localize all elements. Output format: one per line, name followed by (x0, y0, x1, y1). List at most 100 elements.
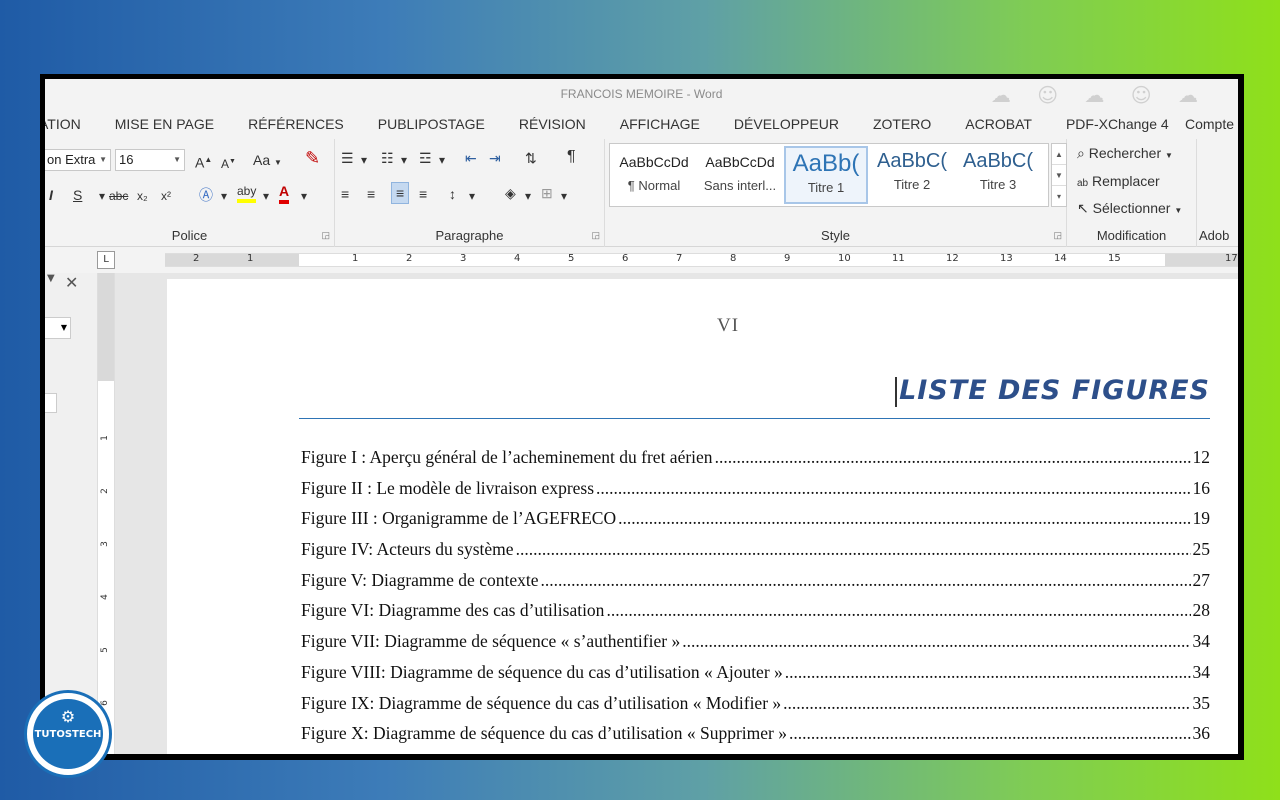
vruler-number: 3 (99, 541, 110, 547)
font-color-button[interactable]: A (279, 183, 290, 204)
sort-icon[interactable]: ⇅ (525, 148, 537, 168)
dialog-launcher-icon[interactable]: ◲ (1053, 230, 1062, 241)
tab-4[interactable]: RÉVISION (519, 116, 586, 132)
figure-entry[interactable]: Figure VIII: Diagramme de séquence du ca… (301, 662, 1210, 693)
figure-entry[interactable]: Figure X: Diagramme de séquence du cas d… (301, 723, 1210, 754)
style-item-3[interactable]: AaBbC(Titre 2 (870, 146, 954, 204)
shrink-font-icon: A (221, 157, 230, 171)
style-name: Titre 3 (979, 177, 1017, 192)
highlight-button[interactable]: aby (237, 183, 257, 203)
dropdown-icon[interactable]: ▾ (301, 186, 307, 206)
dot-leader (596, 478, 1190, 499)
account-link[interactable]: Compte (1185, 116, 1234, 132)
tab-3[interactable]: PUBLIPOSTAGE (378, 116, 485, 132)
grow-font-icon: A (195, 154, 205, 171)
ruler-number: 9 (784, 253, 791, 264)
dropdown-icon[interactable]: ▾ (469, 186, 475, 206)
style-name: ¶ Normal (627, 178, 681, 193)
ruler-number: 1 (352, 253, 359, 264)
text-cursor (895, 376, 898, 407)
decrease-indent-icon[interactable]: ⇤ (465, 148, 477, 168)
align-right-icon[interactable]: ≡ (391, 182, 410, 204)
select-button[interactable]: ↖ Sélectionner ▼ (1077, 200, 1182, 217)
align-center-icon[interactable]: ≡ (367, 184, 375, 204)
strikethrough-s-button[interactable]: S (73, 185, 82, 205)
scroll-down-icon[interactable]: ▼ (1052, 165, 1066, 186)
figure-entry[interactable]: Figure IV: Acteurs du système 25 (301, 539, 1210, 570)
dropdown-icon[interactable]: ▾ (99, 186, 105, 206)
figure-entry[interactable]: Figure IX: Diagramme de séquence du cas … (301, 693, 1210, 724)
shrink-font-button[interactable]: A▼ (221, 152, 236, 174)
style-item-4[interactable]: AaBbC(Titre 3 (956, 146, 1040, 204)
pane-dropdown[interactable]: ▼ (45, 317, 71, 339)
tab-6[interactable]: DÉVELOPPEUR (734, 116, 839, 132)
superscript-button[interactable]: x² (161, 186, 171, 206)
change-case-button[interactable]: Aa ▼ (253, 150, 282, 173)
dot-leader (606, 600, 1190, 621)
dropdown-icon[interactable]: ▾ (401, 150, 407, 170)
style-item-2[interactable]: AaBb(Titre 1 (784, 146, 868, 204)
increase-indent-icon[interactable]: ⇥ (489, 148, 501, 168)
bullets-icon[interactable]: ☰ (341, 148, 354, 168)
window-title: FRANCOIS MEMOIRE - Word (560, 87, 723, 101)
dot-leader (618, 508, 1190, 529)
dropdown-icon[interactable]: ▾ (561, 186, 567, 206)
more-styles-icon[interactable]: ▾ (1052, 186, 1066, 207)
subscript-button[interactable]: x₂ (137, 186, 148, 206)
dialog-launcher-icon[interactable]: ◲ (321, 230, 330, 241)
dropdown-icon[interactable]: ▾ (263, 186, 269, 206)
figure-entry[interactable]: Figure VII: Diagramme de séquence « s’au… (301, 631, 1210, 662)
dropdown-icon[interactable]: ▾ (221, 186, 227, 206)
clear-format-icon[interactable]: ✎ (305, 148, 320, 168)
tab-2[interactable]: RÉFÉRENCES (248, 116, 344, 132)
font-name-combo[interactable]: on Extra ▼ (45, 149, 111, 171)
numbering-icon[interactable]: ☷ (381, 148, 394, 168)
dropdown-icon[interactable]: ▾ (439, 150, 445, 170)
figure-entry[interactable]: Figure II : Le modèle de livraison expre… (301, 478, 1210, 509)
tab-0[interactable]: ATION (45, 116, 81, 132)
borders-icon[interactable]: ⊞ (541, 183, 553, 203)
tab-8[interactable]: ACROBAT (965, 116, 1032, 132)
tutostech-logo: ⚙ TUTOSTECH (24, 690, 112, 778)
horizontal-ruler[interactable]: 2 1 1 2 3 4 5 6 7 8 9 10 11 12 13 14 15 17 (165, 253, 1238, 267)
figure-entry[interactable]: Figure V: Diagramme de contexte 27 (301, 570, 1210, 601)
italic-button[interactable]: I (49, 185, 53, 205)
tab-7[interactable]: ZOTERO (873, 116, 931, 132)
align-left-icon[interactable]: ≡ (341, 184, 349, 204)
multilevel-list-icon[interactable]: ☲ (419, 148, 432, 168)
shading-icon[interactable]: ◈ (505, 183, 516, 203)
style-item-0[interactable]: AaBbCcDd ¶ Normal (612, 146, 696, 204)
dropdown-icon[interactable]: ▾ (361, 150, 367, 170)
figure-entry[interactable]: Figure VI: Diagramme des cas d’utilisati… (301, 600, 1210, 631)
ruler-number: 2 (406, 253, 413, 264)
figure-entry[interactable]: Figure III : Organigramme de l’AGEFRECO 1… (301, 508, 1210, 539)
text-effects-icon[interactable]: Ⓐ (199, 185, 213, 205)
logo-name: TUTOSTECH (34, 729, 102, 740)
figure-entry[interactable]: Figure I : Aperçu général de l’acheminem… (301, 447, 1210, 478)
styles-scroll[interactable]: ▲ ▼ ▾ (1051, 143, 1067, 207)
ruler-number: 1 (247, 253, 254, 264)
circuit-icon: ⚙ (60, 707, 76, 726)
line-spacing-icon[interactable]: ↕ (449, 184, 456, 204)
justify-icon[interactable]: ≡ (419, 184, 427, 204)
dropdown-icon[interactable]: ▾ (525, 186, 531, 206)
pane-menu-icon[interactable]: ▼ (47, 273, 55, 284)
vertical-ruler[interactable]: 123456 (97, 273, 115, 754)
tab-1[interactable]: MISE EN PAGE (115, 116, 214, 132)
scroll-up-icon[interactable]: ▲ (1052, 144, 1066, 165)
tab-5[interactable]: AFFICHAGE (620, 116, 700, 132)
close-icon[interactable]: ✕ (65, 273, 78, 292)
tab-9[interactable]: PDF-XChange 4 (1066, 116, 1169, 132)
document-page[interactable]: VI LISTE DES FIGURES Figure I : Aperçu g… (167, 279, 1238, 754)
grow-font-button[interactable]: A▲ (195, 150, 212, 173)
cursor-icon: ↖ (1077, 200, 1089, 216)
show-formatting-button[interactable]: ¶ (567, 147, 576, 167)
strike-button[interactable]: abc (109, 186, 128, 206)
style-item-1[interactable]: AaBbCcDd Sans interl... (698, 146, 782, 204)
find-button[interactable]: ⌕ Rechercher ▼ (1077, 145, 1173, 162)
tab-selector[interactable]: L (97, 251, 115, 269)
font-size-combo[interactable]: 16 ▼ (115, 149, 185, 171)
replace-button[interactable]: ab Remplacer (1077, 173, 1160, 189)
dialog-launcher-icon[interactable]: ◲ (591, 230, 600, 241)
pane-search-box[interactable] (45, 393, 57, 413)
